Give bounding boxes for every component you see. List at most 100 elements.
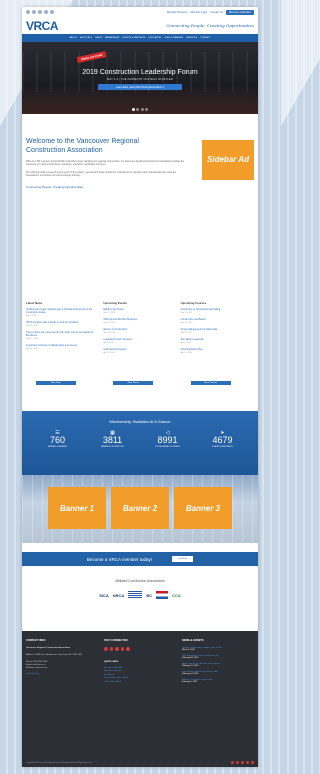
nav-services[interactable]: Services — [186, 37, 197, 39]
linkedin-icon[interactable] — [241, 761, 244, 764]
course-item[interactable]: Project Management Fundamentals Mar 25, 2… — [181, 329, 254, 334]
bcca-logo[interactable] — [128, 591, 143, 599]
member-login-link[interactable]: Member Login — [191, 11, 208, 14]
nav-news[interactable]: News — [95, 37, 102, 39]
quick-link[interactable]: Online Plan Room — [104, 681, 176, 685]
slider-dot[interactable] — [131, 108, 135, 111]
stats-heading: Membership Statistics At A Glance — [109, 419, 171, 424]
slider-dot[interactable] — [140, 108, 144, 111]
news-item[interactable]: VRCA members take a hands-on look at inn… — [26, 322, 99, 327]
youtube-icon[interactable] — [44, 10, 48, 14]
news-item-date: Feb 14, 2019 — [26, 347, 38, 350]
footer-website[interactable]: Website: www.vrca.ca — [26, 667, 98, 670]
hero-slider: Dates are Final 2019 Construction Leader… — [22, 42, 258, 114]
nrca-logo[interactable]: NRCA — [113, 591, 125, 599]
main-nav: About Advocacy News Membership Events & … — [22, 34, 258, 42]
twitter-icon[interactable] — [32, 10, 36, 14]
more-events-button[interactable]: More Events — [113, 381, 154, 385]
page: Member Directory Member Login Contact Us… — [22, 7, 258, 767]
event-item-date: Mar 20, 2019 — [103, 331, 116, 334]
news-item-date: Feb 28, 2019 — [26, 324, 38, 327]
stat-number: 8991 — [157, 435, 178, 445]
member-directory-link[interactable]: Member Directory — [167, 11, 188, 14]
social-icons — [26, 10, 54, 14]
course-item-date: Apr 15, 2019 — [180, 351, 193, 354]
footer-contact-heading: Contact Info — [26, 639, 46, 642]
affiliated-associations: Affiliated Construction Associations SIC… — [22, 579, 258, 619]
event-item[interactable]: Builders Cup Series Mar 12, 2019 — [103, 309, 176, 314]
footer-connect-heading: Stay Connected — [104, 639, 128, 642]
course-item-date: Mar 11, 2019 — [180, 311, 193, 314]
facebook-icon[interactable] — [231, 761, 234, 764]
nav-advocacy[interactable]: Advocacy — [80, 37, 92, 39]
youtube-icon[interactable] — [120, 647, 124, 651]
upcoming-events-column: Upcoming Events Builders Cup Series Mar 1… — [103, 301, 176, 391]
footer-news-item[interactable]: Builders Cup Series registration February… — [182, 679, 254, 683]
upcoming-courses-heading: Upcoming Courses — [180, 301, 207, 305]
contact-link[interactable]: Contact Us — [210, 11, 223, 14]
footer-news-item[interactable]: VRCA members take a hands-on look Februar… — [182, 655, 254, 659]
footer-news-item[interactable]: Investment continues in skilled trades Fe… — [182, 671, 254, 675]
event-item[interactable]: Leadership Forum Sessions Apr 2, 2019 — [103, 339, 176, 344]
nav-about[interactable]: About — [69, 37, 77, 39]
course-item[interactable]: Construction Law Basics Mar 15, 2019 — [181, 319, 254, 324]
footer-columns: Contact Info Vancouver Regional Construc… — [22, 631, 258, 751]
hero-learn-more-button[interactable]: Learn More | Early Bird Pricing Ends Mar… — [98, 84, 182, 90]
course-item[interactable]: Introduction to Construction Estimating M… — [181, 309, 254, 314]
stat-member-companies: ☰ 760 Member Companies — [36, 431, 80, 448]
hero-subtitle: MAY 1-3 | THE FAIRMONT CHATEAU WHISTLER — [106, 78, 174, 81]
facebook-icon[interactable] — [104, 647, 108, 651]
news-item[interactable]: Crafting work-ready: Students gain a fir… — [26, 309, 99, 317]
bc-flag-logo[interactable] — [156, 591, 169, 599]
footer-org: Vancouver Regional Construction Associat… — [26, 647, 71, 649]
event-item[interactable]: Gold Seal Info Session Apr 10, 2019 — [103, 349, 176, 354]
bc-logo[interactable]: BC — [146, 591, 152, 599]
banner-1[interactable]: Banner 1 — [48, 487, 106, 529]
nav-jobs[interactable]: Jobs & Careers — [164, 37, 183, 39]
course-item[interactable]: Site Safety Leadership Apr 4, 2019 — [181, 339, 254, 344]
join-now-button[interactable]: Join Now — [172, 556, 194, 562]
slider-dot[interactable] — [136, 108, 140, 111]
youtube-icon[interactable] — [246, 761, 249, 764]
nav-education[interactable]: Education — [148, 37, 161, 39]
nav-membership[interactable]: Membership — [105, 37, 120, 39]
sidebar-ad[interactable]: Sidebar Ad — [202, 140, 254, 180]
more-news-button[interactable]: More News — [36, 381, 76, 385]
twitter-icon[interactable] — [109, 647, 113, 651]
linkedin-icon[interactable] — [38, 10, 42, 14]
content-columns: Latest News Crafting work-ready: Student… — [22, 301, 258, 391]
membership-stats: Membership Statistics At A Glance ☰ 760 … — [22, 411, 258, 475]
more-courses-button[interactable]: More Courses — [190, 381, 231, 385]
welcome-cta-link[interactable]: Connecting People, Creating Opportunitie… — [26, 185, 83, 189]
nav-contact[interactable]: Contact — [200, 37, 210, 39]
instagram-icon[interactable] — [251, 761, 254, 764]
associations-heading: Affiliated Construction Associations — [115, 579, 165, 583]
footer-news-item[interactable]: Apply now for our Awards of Excellence Fe… — [182, 663, 254, 667]
event-item-date: Mar 14, 2019 — [103, 321, 116, 324]
news-item[interactable]: Time to throw your name into the hat: Ap… — [26, 332, 99, 340]
event-item[interactable]: Women in Construction Mar 20, 2019 — [103, 329, 176, 334]
banner-3[interactable]: Banner 3 — [174, 487, 232, 529]
welcome-title: Welcome to the Vancouver Regional Constr… — [26, 138, 139, 154]
slider-dot[interactable] — [145, 108, 149, 111]
logo-text: VRCA — [26, 18, 59, 33]
twitter-icon[interactable] — [236, 761, 239, 764]
course-item[interactable]: Gold Seal Exam Prep Apr 15, 2019 — [181, 349, 254, 354]
top-links: Member Directory Member Login Contact Us… — [167, 9, 254, 15]
news-item[interactable]: Investment continues in skilled trades a… — [26, 345, 99, 350]
site-logo[interactable]: VRCA — [26, 18, 59, 33]
footer-news-item[interactable]: Crafting work-ready: students gain a loo… — [182, 647, 254, 651]
slider-dots — [22, 108, 258, 111]
instagram-icon[interactable] — [50, 10, 54, 14]
nav-events[interactable]: Events & Meetings — [123, 37, 146, 39]
cca-logo[interactable]: CCA — [172, 591, 181, 599]
become-member-button[interactable]: Become a Member — [226, 9, 254, 15]
privacy-policy-link[interactable]: Privacy Policy — [26, 673, 98, 677]
instagram-icon[interactable] — [126, 647, 130, 651]
sica-logo[interactable]: SICA — [99, 591, 109, 599]
event-item[interactable]: VRCA Annual Member Reception Mar 14, 2019 — [103, 319, 176, 324]
banner-2[interactable]: Banner 2 — [111, 487, 169, 529]
facebook-icon[interactable] — [26, 10, 30, 14]
latest-news-heading: Latest News — [26, 301, 43, 305]
linkedin-icon[interactable] — [115, 647, 119, 651]
